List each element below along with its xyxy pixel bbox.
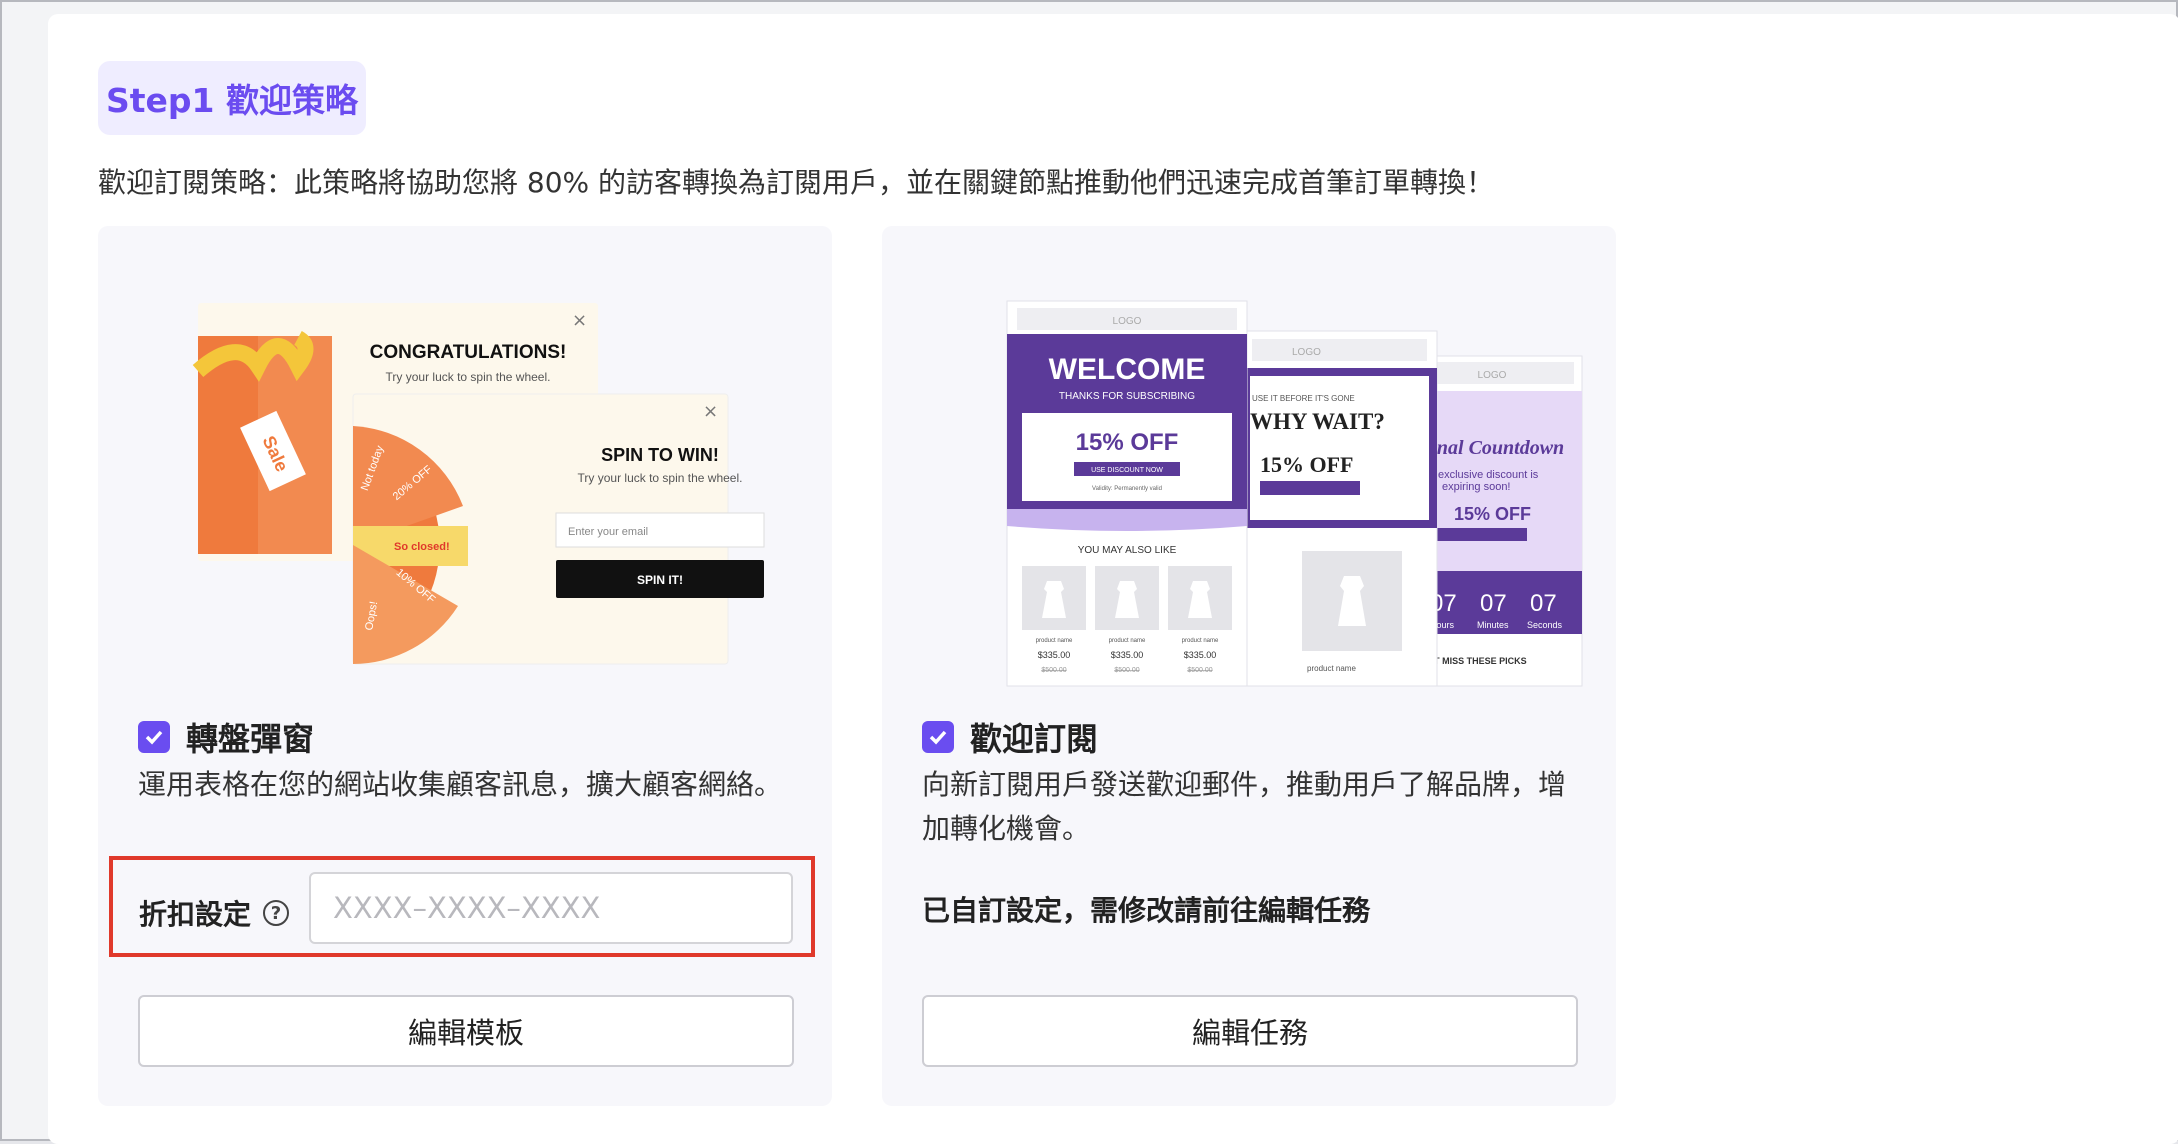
spin-button-text: SPIN IT! [637, 573, 683, 587]
svg-text:$335.00: $335.00 [1111, 650, 1144, 660]
spin-title: SPIN TO WIN! [601, 445, 719, 465]
edit-template-button[interactable]: 編輯模板 [138, 995, 794, 1067]
why-wait-title: WHY WAIT? [1250, 409, 1385, 434]
svg-text:product name: product name [1036, 638, 1073, 644]
email-placeholder: Enter your email [568, 526, 648, 538]
welcome-card-title-text: 歡迎訂閱 [970, 720, 1099, 758]
svg-text:product name: product name [1307, 664, 1356, 673]
svg-text:15% OFF: 15% OFF [1076, 429, 1179, 456]
svg-text:product name: product name [1109, 638, 1146, 644]
svg-text:THANKS FOR SUBSCRIBING: THANKS FOR SUBSCRIBING [1059, 391, 1195, 402]
welcome-card-title: 歡迎訂閱 [922, 714, 1098, 760]
svg-text:exclusive discount is: exclusive discount is [1438, 469, 1539, 481]
discount-code-input[interactable] [309, 872, 793, 944]
svg-text:15% OFF: 15% OFF [1260, 452, 1354, 477]
welcome-heading: WELCOME [1049, 353, 1206, 386]
spin-card-title: 轉盤彈窗 [138, 714, 314, 760]
edit-task-button[interactable]: 編輯任務 [922, 995, 1578, 1067]
svg-text:YOU MAY ALSO LIKE: YOU MAY ALSO LIKE [1078, 545, 1177, 556]
main-panel: Step1 歡迎策略 歡迎訂閱策略：此策略將協助您將 80% 的訪客轉換為訂閱用… [48, 14, 2178, 1144]
close-icon: × [703, 401, 718, 422]
svg-text:LOGO: LOGO [1292, 347, 1321, 358]
discount-label-text: 折扣設定 [139, 898, 252, 931]
svg-text:07: 07 [1480, 590, 1507, 617]
welcome-email-preview: LOGO Final Countdown exclusive discount … [1006, 300, 1583, 687]
svg-text:$335.00: $335.00 [1038, 650, 1071, 660]
svg-text:$500.00: $500.00 [1114, 667, 1139, 674]
help-icon[interactable]: ? [263, 900, 290, 926]
check-icon [929, 730, 947, 745]
spin-popup-preview: Sale CONGRATULATIONS! Try your luck to s… [192, 303, 765, 665]
discount-setting-row: 折扣設定 ? [109, 856, 815, 957]
discount-label: 折扣設定 ? [139, 893, 290, 933]
close-icon: × [572, 310, 587, 331]
spin-popup-card: Sale CONGRATULATIONS! Try your luck to s… [98, 226, 832, 1106]
svg-text:USE IT BEFORE IT'S GONE: USE IT BEFORE IT'S GONE [1252, 394, 1355, 403]
custom-setting-note: 已自訂設定，需修改請前往編輯任務 [922, 894, 1371, 927]
congrats-subtitle: Try your luck to spin the wheel. [386, 370, 551, 384]
congrats-title: CONGRATULATIONS! [370, 342, 567, 363]
svg-text:$500.00: $500.00 [1187, 667, 1212, 674]
svg-text:product name: product name [1182, 638, 1219, 644]
svg-text:LOGO: LOGO [1478, 370, 1507, 381]
svg-text:$500.00: $500.00 [1041, 667, 1066, 674]
wheel-label-3: So closed! [394, 541, 450, 553]
countdown-title: Final Countdown [1417, 437, 1564, 459]
welcome-card-checkbox[interactable] [922, 721, 954, 753]
check-icon [145, 730, 163, 745]
spin-subtitle: Try your luck to spin the wheel. [578, 471, 743, 485]
spin-card-checkbox[interactable] [138, 721, 170, 753]
svg-text:expiring soon!: expiring soon! [1442, 481, 1511, 493]
svg-text:USE DISCOUNT NOW: USE DISCOUNT NOW [1091, 467, 1163, 474]
strategy-intro: 歡迎訂閱策略：此策略將協助您將 80% 的訪客轉換為訂閱用戶，並在關鍵節點推動他… [98, 166, 1495, 199]
welcome-subscription-card: LOGO Final Countdown exclusive discount … [882, 226, 1616, 1106]
svg-text:07: 07 [1530, 590, 1557, 617]
step-badge: Step1 歡迎策略 [98, 61, 366, 135]
svg-text:LOGO: LOGO [1113, 316, 1142, 327]
welcome-card-description: 向新訂閱用戶發送歡迎郵件，推動用戶了解品牌，增加轉化機會。 [922, 768, 1567, 845]
svg-text:15% OFF: 15% OFF [1454, 504, 1531, 524]
spin-card-title-text: 轉盤彈窗 [186, 720, 315, 758]
svg-text:Seconds: Seconds [1527, 620, 1563, 630]
window-frame: Step1 歡迎策略 歡迎訂閱策略：此策略將協助您將 80% 的訪客轉換為訂閱用… [0, 0, 2178, 1144]
svg-text:$335.00: $335.00 [1184, 650, 1217, 660]
svg-text:Minutes: Minutes [1477, 620, 1509, 630]
spin-card-description: 運用表格在您的網站收集顧客訊息，擴大顧客網絡。 [138, 768, 783, 801]
svg-text:Validity: Permanently valid: Validity: Permanently valid [1092, 486, 1162, 492]
